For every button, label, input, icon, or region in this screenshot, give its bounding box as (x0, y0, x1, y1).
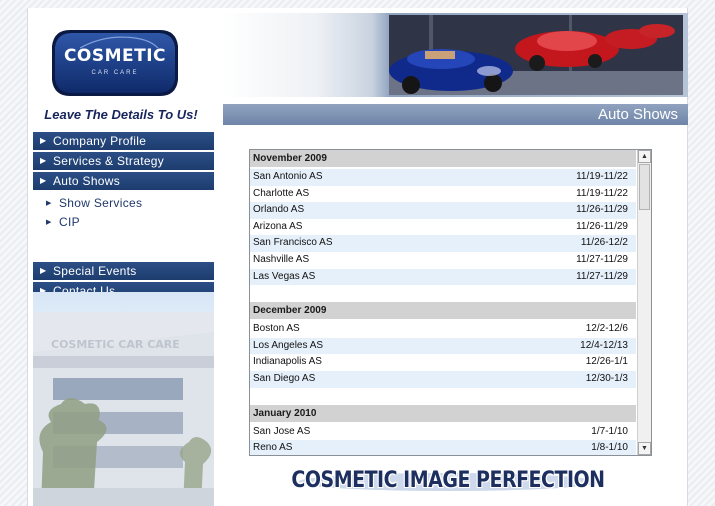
scroll-down-button[interactable]: ▼ (638, 442, 651, 455)
month-header: December 2009 (250, 302, 636, 320)
show-name: San Francisco AS (253, 237, 333, 249)
triangle-right-icon: ▶ (46, 200, 52, 207)
triangle-right-icon: ▶ (40, 156, 47, 165)
show-dates: 11/26-11/29 (576, 220, 628, 232)
nav-item-label: Company Profile (53, 134, 147, 148)
left-column: COSMETIC CAR CARE Leave The Details To U… (28, 8, 214, 506)
triangle-up-icon: ▲ (641, 153, 648, 160)
triangle-right-icon: ▶ (46, 219, 52, 226)
show-dates: 11/19-11/22 (576, 171, 628, 182)
nav-item-company-profile[interactable]: ▶ Company Profile (33, 132, 214, 150)
schedule-row: San Diego AS 12/30-1/3 (250, 370, 636, 388)
building-illustration: COSMETIC CAR CARE (33, 312, 214, 506)
subnav-item-cip[interactable]: ▶ CIP (33, 213, 214, 232)
show-name: San Antonio AS (253, 171, 323, 182)
scroll-thumb[interactable] (639, 164, 650, 210)
month-header: November 2009 (250, 150, 636, 167)
schedule-row: Los Angeles AS 12/4-12/13 (250, 337, 636, 355)
show-dates: 11/19-11/22 (576, 187, 628, 199)
show-dates: 12/2-12/6 (585, 323, 628, 335)
month-header: January 2010 (250, 404, 636, 422)
schedule-row: Las Vegas AS 11/27-11/29 (250, 268, 636, 286)
show-dates: 12/26-1/1 (585, 356, 628, 368)
show-name: Reno AS (253, 442, 293, 454)
cars-illustration (389, 15, 683, 95)
auto-show-photo (389, 15, 683, 95)
logo-name: COSMETIC (63, 46, 167, 66)
triangle-right-icon: ▶ (40, 176, 47, 185)
header-banner-photo (223, 13, 688, 97)
show-dates: 11/27-11/29 (576, 253, 628, 265)
triangle-right-icon: ▶ (40, 136, 47, 145)
schedule-row: Nashville AS 11/27-11/29 (250, 252, 636, 269)
show-name: San Jose AS (253, 425, 311, 437)
building-sign-text: COSMETIC CAR CARE (51, 338, 180, 351)
schedule-row: Charlotte AS 11/19-11/22 (250, 186, 636, 203)
scroll-up-button[interactable]: ▲ (638, 150, 651, 163)
show-name: Boston AS (253, 323, 300, 335)
nav-item-auto-shows[interactable]: ▶ Auto Shows (33, 172, 214, 190)
subnav-item-label: Show Services (59, 196, 143, 210)
page-container: COSMETIC CAR CARE Leave The Details To U… (27, 8, 688, 506)
auto-shows-submenu: ▶ Show Services ▶ CIP (33, 192, 214, 242)
schedule-row: Arizona AS 11/26-11/29 (250, 219, 636, 236)
footer-slogan: COSMETIC IMAGE PERFECTION (291, 467, 605, 493)
show-name: Orlando AS (253, 204, 305, 216)
cosmetic-logo[interactable]: COSMETIC CAR CARE (50, 24, 180, 102)
nav-item-label: Special Events (53, 264, 137, 278)
schedule-row: Reno AS 1/8-1/10 (250, 440, 636, 455)
list-scrollbar[interactable]: ▲ ▼ (637, 150, 651, 455)
show-dates: 12/4-12/13 (580, 339, 628, 351)
show-dates: 1/7-1/10 (591, 425, 628, 437)
show-dates: 12/30-1/3 (585, 372, 628, 384)
show-name: San Diego AS (253, 372, 316, 384)
nav-item-label: Auto Shows (53, 174, 121, 188)
logo-subtitle: CAR CARE (91, 70, 139, 76)
show-name: Los Angeles AS (253, 339, 324, 351)
show-dates: 11/26-12/2 (580, 237, 628, 249)
page-title: Auto Shows (597, 106, 678, 123)
nav-item-label: Services & Strategy (53, 154, 165, 168)
building-photo: COSMETIC CAR CARE (33, 292, 214, 506)
schedule-row: San Francisco AS 11/26-12/2 (250, 235, 636, 252)
show-name: Nashville AS (253, 253, 310, 265)
nav-item-services-strategy[interactable]: ▶ Services & Strategy (33, 152, 214, 170)
footer-banner: COSMETIC IMAGE PERFECTION (288, 466, 608, 502)
show-name: Las Vegas AS (253, 270, 316, 282)
main-nav: ▶ Company Profile ▶ Services & Strategy … (33, 132, 214, 302)
auto-show-schedule-list[interactable]: November 2009 San Antonio AS 11/19-11/22… (249, 149, 652, 456)
tagline: Leave The Details To Us! (44, 107, 198, 122)
show-name: Arizona AS (253, 220, 303, 232)
schedule-row: Orlando AS 11/26-11/29 (250, 202, 636, 219)
schedule-row: San Jose AS 1/7-1/10 (250, 424, 636, 441)
schedule-row: Boston AS 12/2-12/6 (250, 321, 636, 338)
subnav-item-show-services[interactable]: ▶ Show Services (33, 194, 214, 213)
show-dates: 11/27-11/29 (576, 270, 628, 282)
nav-item-special-events[interactable]: ▶ Special Events (33, 262, 214, 280)
page-title-bar: Auto Shows (223, 104, 688, 125)
schedule-list-content: November 2009 San Antonio AS 11/19-11/22… (250, 150, 636, 455)
triangle-right-icon: ▶ (40, 266, 47, 275)
triangle-down-icon: ▼ (641, 445, 648, 452)
schedule-row: Indianapolis AS 12/26-1/1 (250, 354, 636, 371)
subnav-item-label: CIP (59, 215, 80, 229)
schedule-row: San Antonio AS 11/19-11/22 (250, 169, 636, 186)
show-name: Charlotte AS (253, 187, 310, 199)
show-dates: 11/26-11/29 (576, 204, 628, 216)
show-dates: 1/8-1/10 (591, 442, 628, 454)
show-name: Indianapolis AS (253, 356, 322, 368)
